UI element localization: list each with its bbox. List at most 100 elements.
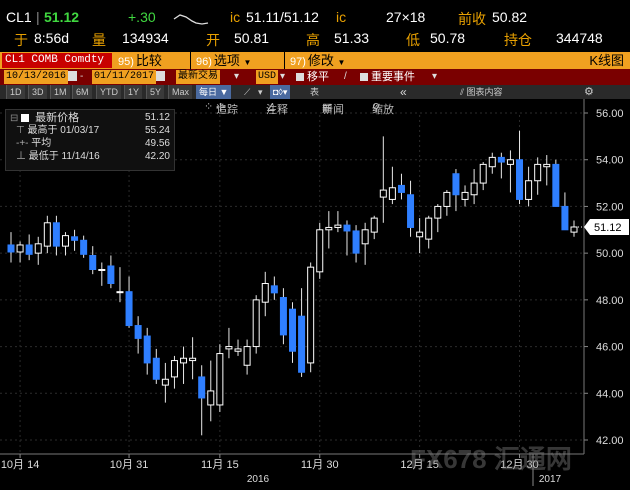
candle-body <box>143 335 151 364</box>
candle-body <box>89 254 97 270</box>
legend-high: ⊤ 最高于 01/03/17 55.24 <box>16 125 170 136</box>
calendar-icon[interactable] <box>66 70 77 84</box>
chart-area[interactable]: ⁘ ✢ 追踪 ∠ 注释 ▤ 新闻 ⚲ 缩放 56.00 54.00 52.00 50.… <box>0 99 630 490</box>
candle-body <box>497 156 505 163</box>
function-bar: CL1 COMB Comdty 95) 比较 96) 选项 ▼ 97) 修改 ▼ K线… <box>0 52 630 69</box>
legend-last-label: 最新价格 <box>35 112 80 124</box>
sparkline-icon <box>173 14 209 25</box>
candle-body <box>352 230 360 254</box>
range-1y-button[interactable]: 1Y <box>124 85 143 99</box>
compare-button[interactable]: 95) 比较 <box>118 52 162 69</box>
options-button[interactable]: 96) 选项 ▼ <box>196 52 252 69</box>
security-field[interactable]: CL1 COMB Comdty <box>2 53 112 68</box>
pen-icon[interactable]: / <box>344 70 347 84</box>
end-date-field[interactable]: 01/11/2017 <box>92 70 157 84</box>
bid-label: ic <box>230 9 241 25</box>
range-max-button[interactable]: Max <box>168 85 193 99</box>
candle-body <box>397 184 405 193</box>
candle-body <box>261 283 269 303</box>
chevron-down-icon[interactable]: ▾ <box>258 85 263 99</box>
candle-body <box>434 205 442 219</box>
chevron-down-icon[interactable]: ▾ <box>234 70 239 84</box>
trade-mode-select[interactable]: 最新交易 <box>176 70 220 84</box>
candle-body <box>125 291 133 327</box>
volume: 134934 <box>122 30 169 46</box>
quote-time: 8:56d <box>34 30 70 46</box>
y-tick-label: 42.00 <box>596 435 624 447</box>
candle-body <box>198 376 206 399</box>
candle-body <box>325 226 333 231</box>
range-3d-button[interactable]: 3D <box>28 85 47 99</box>
chart-type-title: K线图 <box>589 53 624 68</box>
candle-body <box>216 353 224 406</box>
candle-body <box>452 173 460 196</box>
candle-body <box>170 360 178 378</box>
range-6m-button[interactable]: 6M <box>72 85 92 99</box>
collapse-icon[interactable]: « <box>400 85 407 99</box>
quote-header: CL1 | 51.12 +.30 ic 51.11/51.12 ic 27×18… <box>0 0 630 52</box>
candle-body <box>361 229 369 245</box>
key-events-label: 重要事件 <box>371 71 415 83</box>
candle-body <box>388 187 396 200</box>
chart-content-label: 图表内容 <box>466 87 503 97</box>
candle-body <box>152 357 160 380</box>
candle-body <box>370 217 378 233</box>
prev-close-label: 前收 <box>458 11 486 27</box>
currency-select[interactable]: USD <box>256 70 279 84</box>
candle-body <box>107 265 115 285</box>
moving-average-toggle[interactable]: 移平 <box>296 70 329 84</box>
last-price: 51.12 <box>44 9 80 25</box>
edit-button[interactable]: 97) 修改 ▼ <box>290 52 346 69</box>
open-interest-label: 持仓 <box>504 32 532 48</box>
candle-body <box>561 205 569 231</box>
range-1d-button[interactable]: 1D <box>6 85 25 99</box>
candle-body <box>43 222 51 247</box>
legend-average: -+- 平均 49.56 <box>16 138 170 149</box>
line-chart-icon[interactable]: ⟋ <box>244 85 250 99</box>
candle-body <box>52 222 60 247</box>
candle-body <box>543 163 551 168</box>
bid-ask-size: 27×18 <box>386 9 426 25</box>
time-label: 于 <box>14 32 28 48</box>
candle-body <box>71 236 79 241</box>
open-label: 开 <box>206 32 220 48</box>
chevron-down-icon: ▼ <box>337 58 346 67</box>
candle-body <box>161 378 169 386</box>
start-date-field[interactable]: 10/13/2016 <box>4 70 69 84</box>
range-5y-button[interactable]: 5Y <box>146 85 165 99</box>
candle-body <box>307 266 315 364</box>
edit-number: 97) <box>290 56 306 68</box>
legend-low-label: 最低于 11/14/16 <box>28 151 100 162</box>
compare-label: 比较 <box>135 53 162 68</box>
candle-body <box>243 346 251 366</box>
options-number: 96) <box>196 56 212 68</box>
options-label: 选项 <box>213 53 240 68</box>
y-tick-label: 50.00 <box>596 248 624 260</box>
last-price-tag-label: 51.12 <box>594 222 622 234</box>
ask-label: ic <box>336 9 347 25</box>
candle-body <box>98 268 106 271</box>
candle-body <box>570 226 578 233</box>
candle-body <box>416 231 424 238</box>
table-view-button[interactable]: 表 <box>310 85 319 99</box>
candle-style-icon[interactable]: ◘◊▾ <box>270 85 291 99</box>
range-1m-button[interactable]: 1M <box>50 85 70 99</box>
chart-content-button[interactable]: ⫽ 图表内容 <box>460 85 503 99</box>
range-ytd-button[interactable]: YTD <box>96 85 121 99</box>
watermark: FX678 汇通网 <box>410 444 572 474</box>
key-events-toggle[interactable]: 重要事件 <box>360 70 415 84</box>
volume-label: 量 <box>92 32 106 48</box>
candle-body <box>461 191 469 200</box>
chart-legend: ⊟ 最新价格 51.12 ⊤ 最高于 01/03/17 55.24 -+- 平均… <box>5 109 175 171</box>
legend-low: ⊥ 最低于 11/14/16 42.20 <box>16 151 170 162</box>
period-select[interactable]: 每日 ▼ <box>196 85 232 99</box>
candle-body <box>470 182 478 196</box>
chevron-down-icon[interactable]: ▾ <box>280 70 285 84</box>
chevron-down-icon: ▼ <box>243 58 252 67</box>
candle-body <box>116 291 124 294</box>
legend-average-label: 平均 <box>31 138 52 149</box>
gear-icon[interactable]: ⚙ <box>584 85 594 99</box>
bid-ask: 51.11/51.12 <box>246 9 319 25</box>
calendar-icon[interactable] <box>154 70 165 84</box>
chevron-down-icon[interactable]: ▾ <box>432 70 437 84</box>
